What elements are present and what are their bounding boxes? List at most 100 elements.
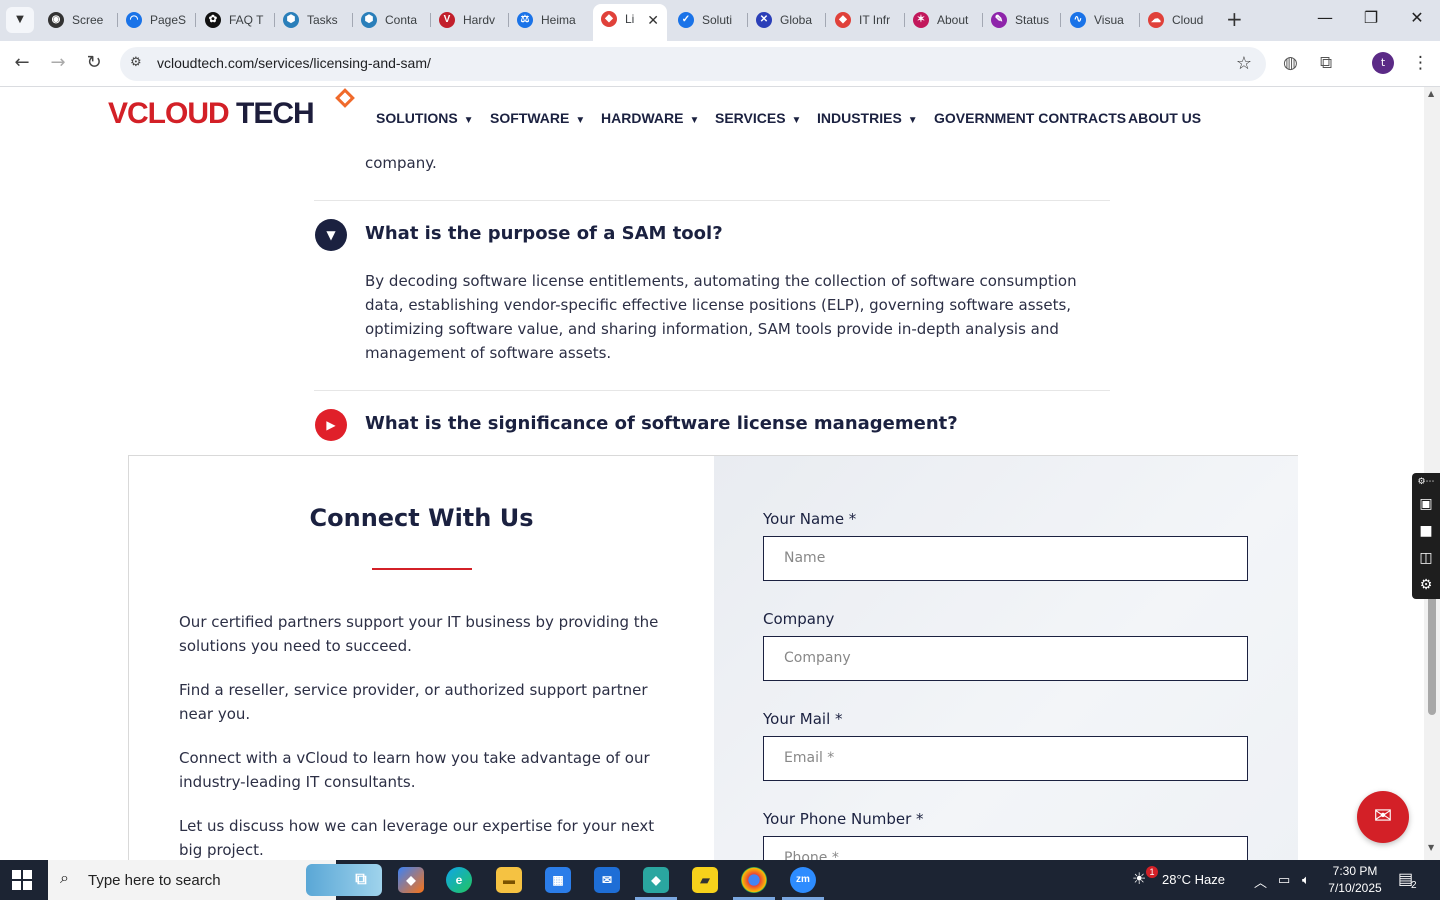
mail-icon[interactable]: ✉ — [594, 867, 620, 893]
connect-section: Connect With Us Our certified partners s… — [128, 455, 1298, 860]
browser-tab[interactable]: ⬢ Tasks — [275, 5, 351, 35]
browser-tab[interactable]: ∿ Visua — [1062, 5, 1138, 35]
hex-icon: ⬢ — [283, 12, 299, 28]
tab-label: Globa — [780, 13, 813, 27]
browser-tab[interactable]: ☁ Cloud — [1140, 5, 1216, 35]
video-record-icon[interactable]: ■ — [1412, 518, 1440, 545]
close-window-button[interactable]: ✕ — [1394, 8, 1440, 27]
minimize-button[interactable]: — — [1302, 8, 1348, 27]
more-options-icon[interactable]: ⚙⋯ — [1412, 473, 1440, 491]
tab-label: Conta — [385, 13, 418, 27]
profile-avatar[interactable]: t — [1372, 52, 1394, 74]
faq-toggle-expanded[interactable]: ▼ — [315, 219, 347, 251]
browser-tab[interactable]: ◆ IT Infr — [827, 5, 903, 35]
v-logo-icon: V — [439, 12, 455, 28]
nav-item[interactable]: SOFTWARE ▼ — [490, 110, 585, 126]
cloud-icon: ☁ — [1148, 12, 1164, 28]
extensions-icon[interactable]: ⧉ — [1320, 53, 1332, 73]
faq-divider — [314, 200, 1110, 201]
zoom-icon[interactable]: zm — [782, 867, 824, 900]
taskbar-clock[interactable]: 7:30 PM 7/10/2025 — [1326, 863, 1384, 897]
forward-button[interactable]: → — [46, 52, 70, 73]
scale-icon: ⚖ — [517, 12, 533, 28]
email-input[interactable]: Email * — [763, 736, 1248, 781]
tab-label: Heima — [541, 13, 576, 27]
tab-search-button[interactable]: ▼ — [6, 7, 34, 33]
close-tab-icon[interactable]: ✕ — [647, 12, 659, 29]
vcloud-logo[interactable]: VCLOUD TECH — [108, 97, 315, 131]
sticky-notes-icon[interactable]: ▰ — [692, 867, 718, 893]
faq-question[interactable]: What is the purpose of a SAM tool? — [365, 223, 723, 244]
edge-icon[interactable]: e — [446, 867, 472, 893]
nav-item-label: HARDWARE — [601, 110, 684, 126]
bookmark-star-icon[interactable]: ☆ — [1236, 53, 1252, 74]
browser-tab[interactable]: ✓ Soluti — [670, 5, 746, 35]
file-explorer-icon[interactable]: ▬ — [496, 867, 522, 893]
nav-item[interactable]: SERVICES ▼ — [715, 110, 801, 126]
address-bar[interactable]: ⚙ vcloudtech.com/services/licensing-and-… — [120, 47, 1266, 81]
browser-tab[interactable]: ✿ FAQ T — [197, 5, 273, 35]
scroll-down-arrow-icon[interactable]: ▼ — [1428, 843, 1434, 852]
phone-label: Your Phone Number * — [763, 810, 924, 828]
tab-separator — [195, 13, 196, 27]
mail-label: Your Mail * — [763, 710, 843, 728]
browser-tab[interactable]: ✎ Status — [983, 5, 1059, 35]
maximize-button[interactable]: ❐ — [1348, 8, 1394, 27]
browser-tab[interactable]: ⬢ Conta — [353, 5, 429, 35]
microsoft-store-icon[interactable]: ▦ — [545, 867, 571, 893]
back-button[interactable]: ← — [10, 52, 34, 73]
scroll-up-arrow-icon[interactable]: ▲ — [1428, 89, 1434, 98]
browser-tab[interactable]: V Hardv — [431, 5, 507, 35]
reload-button[interactable]: ↻ — [82, 52, 106, 73]
phone-input[interactable]: Phone * — [763, 836, 1248, 860]
camera-icon[interactable]: ▣ — [1412, 491, 1440, 518]
taskbar-search-box[interactable]: ⌕ Type here to search — [48, 860, 382, 900]
browser-tab[interactable]: ✶ About — [905, 5, 981, 35]
nav-item[interactable]: INDUSTRIES ▼ — [817, 110, 918, 126]
browser-tab[interactable]: ⚖ Heima — [509, 5, 585, 35]
faq-toggle-collapsed[interactable]: ▶ — [315, 409, 347, 441]
browser-tab[interactable]: ◠ PageS — [118, 5, 194, 35]
window-capture-icon[interactable]: ◫ — [1412, 545, 1440, 572]
name-input[interactable]: Name — [763, 536, 1248, 581]
tray-chevron-up-icon[interactable]: ︿ — [1254, 872, 1267, 891]
browser-tab[interactable]: ✕ Globa — [748, 5, 824, 35]
connect-title: Connect With Us — [309, 504, 534, 532]
settings-gear-icon[interactable]: ⚙ — [1412, 572, 1440, 599]
url-text[interactable]: vcloudtech.com/services/licensing-and-sa… — [157, 55, 431, 71]
faq-question[interactable]: What is the significance of software lic… — [365, 413, 958, 434]
site-info-icon[interactable]: ⚙ — [130, 55, 142, 70]
nav-item[interactable]: HARDWARE ▼ — [601, 110, 699, 126]
browser-menu-icon[interactable]: ⋮ — [1412, 53, 1429, 73]
company-label: Company — [763, 610, 835, 628]
network-icon[interactable]: ▭ — [1278, 872, 1290, 888]
chat-bubble-button[interactable]: ✉ — [1357, 791, 1409, 843]
volume-icon[interactable]: 🔈︎ — [1302, 872, 1310, 888]
nav-item[interactable]: SOLUTIONS ▼ — [376, 110, 474, 126]
nav-item[interactable]: GOVERNMENT CONTRACTS — [934, 110, 1126, 126]
weather-icon[interactable]: ☀ — [1132, 869, 1146, 889]
nav-item[interactable]: ABOUT US — [1128, 110, 1201, 126]
clock-time: 7:30 PM — [1332, 864, 1378, 878]
notification-count: 2 — [1411, 880, 1417, 891]
weather-text[interactable]: 28°C Haze — [1162, 872, 1225, 887]
chevron-down-icon: ▼ — [907, 115, 918, 126]
translate-icon[interactable]: ◍ — [1283, 53, 1298, 73]
tab-label: Hardv — [463, 13, 496, 27]
copilot-icon[interactable]: ◆ — [398, 867, 424, 893]
browser-tab[interactable]: ◉ Scree — [40, 5, 116, 35]
app-hex-icon[interactable]: ◆ — [635, 867, 677, 900]
feather-icon: ✎ — [991, 12, 1007, 28]
company-input[interactable]: Company — [763, 636, 1248, 681]
task-view-icon[interactable]: ⧉ — [348, 867, 374, 893]
scroll-thumb[interactable] — [1428, 595, 1436, 715]
chrome-icon[interactable] — [733, 867, 775, 900]
windows-taskbar: ⌕ Type here to search ⧉ ◆ e ▬ ▦ ✉ ◆ ▰ zm… — [0, 860, 1440, 900]
clock-date: 7/10/2025 — [1328, 881, 1382, 895]
x-logo-icon: ✕ — [756, 12, 772, 28]
title-underline — [372, 568, 472, 570]
tab-label: Soluti — [702, 13, 733, 27]
windows-start-icon[interactable] — [12, 870, 32, 890]
new-tab-button[interactable]: + — [1226, 9, 1243, 29]
browser-tab[interactable]: ◆ Li ✕ — [593, 4, 667, 41]
